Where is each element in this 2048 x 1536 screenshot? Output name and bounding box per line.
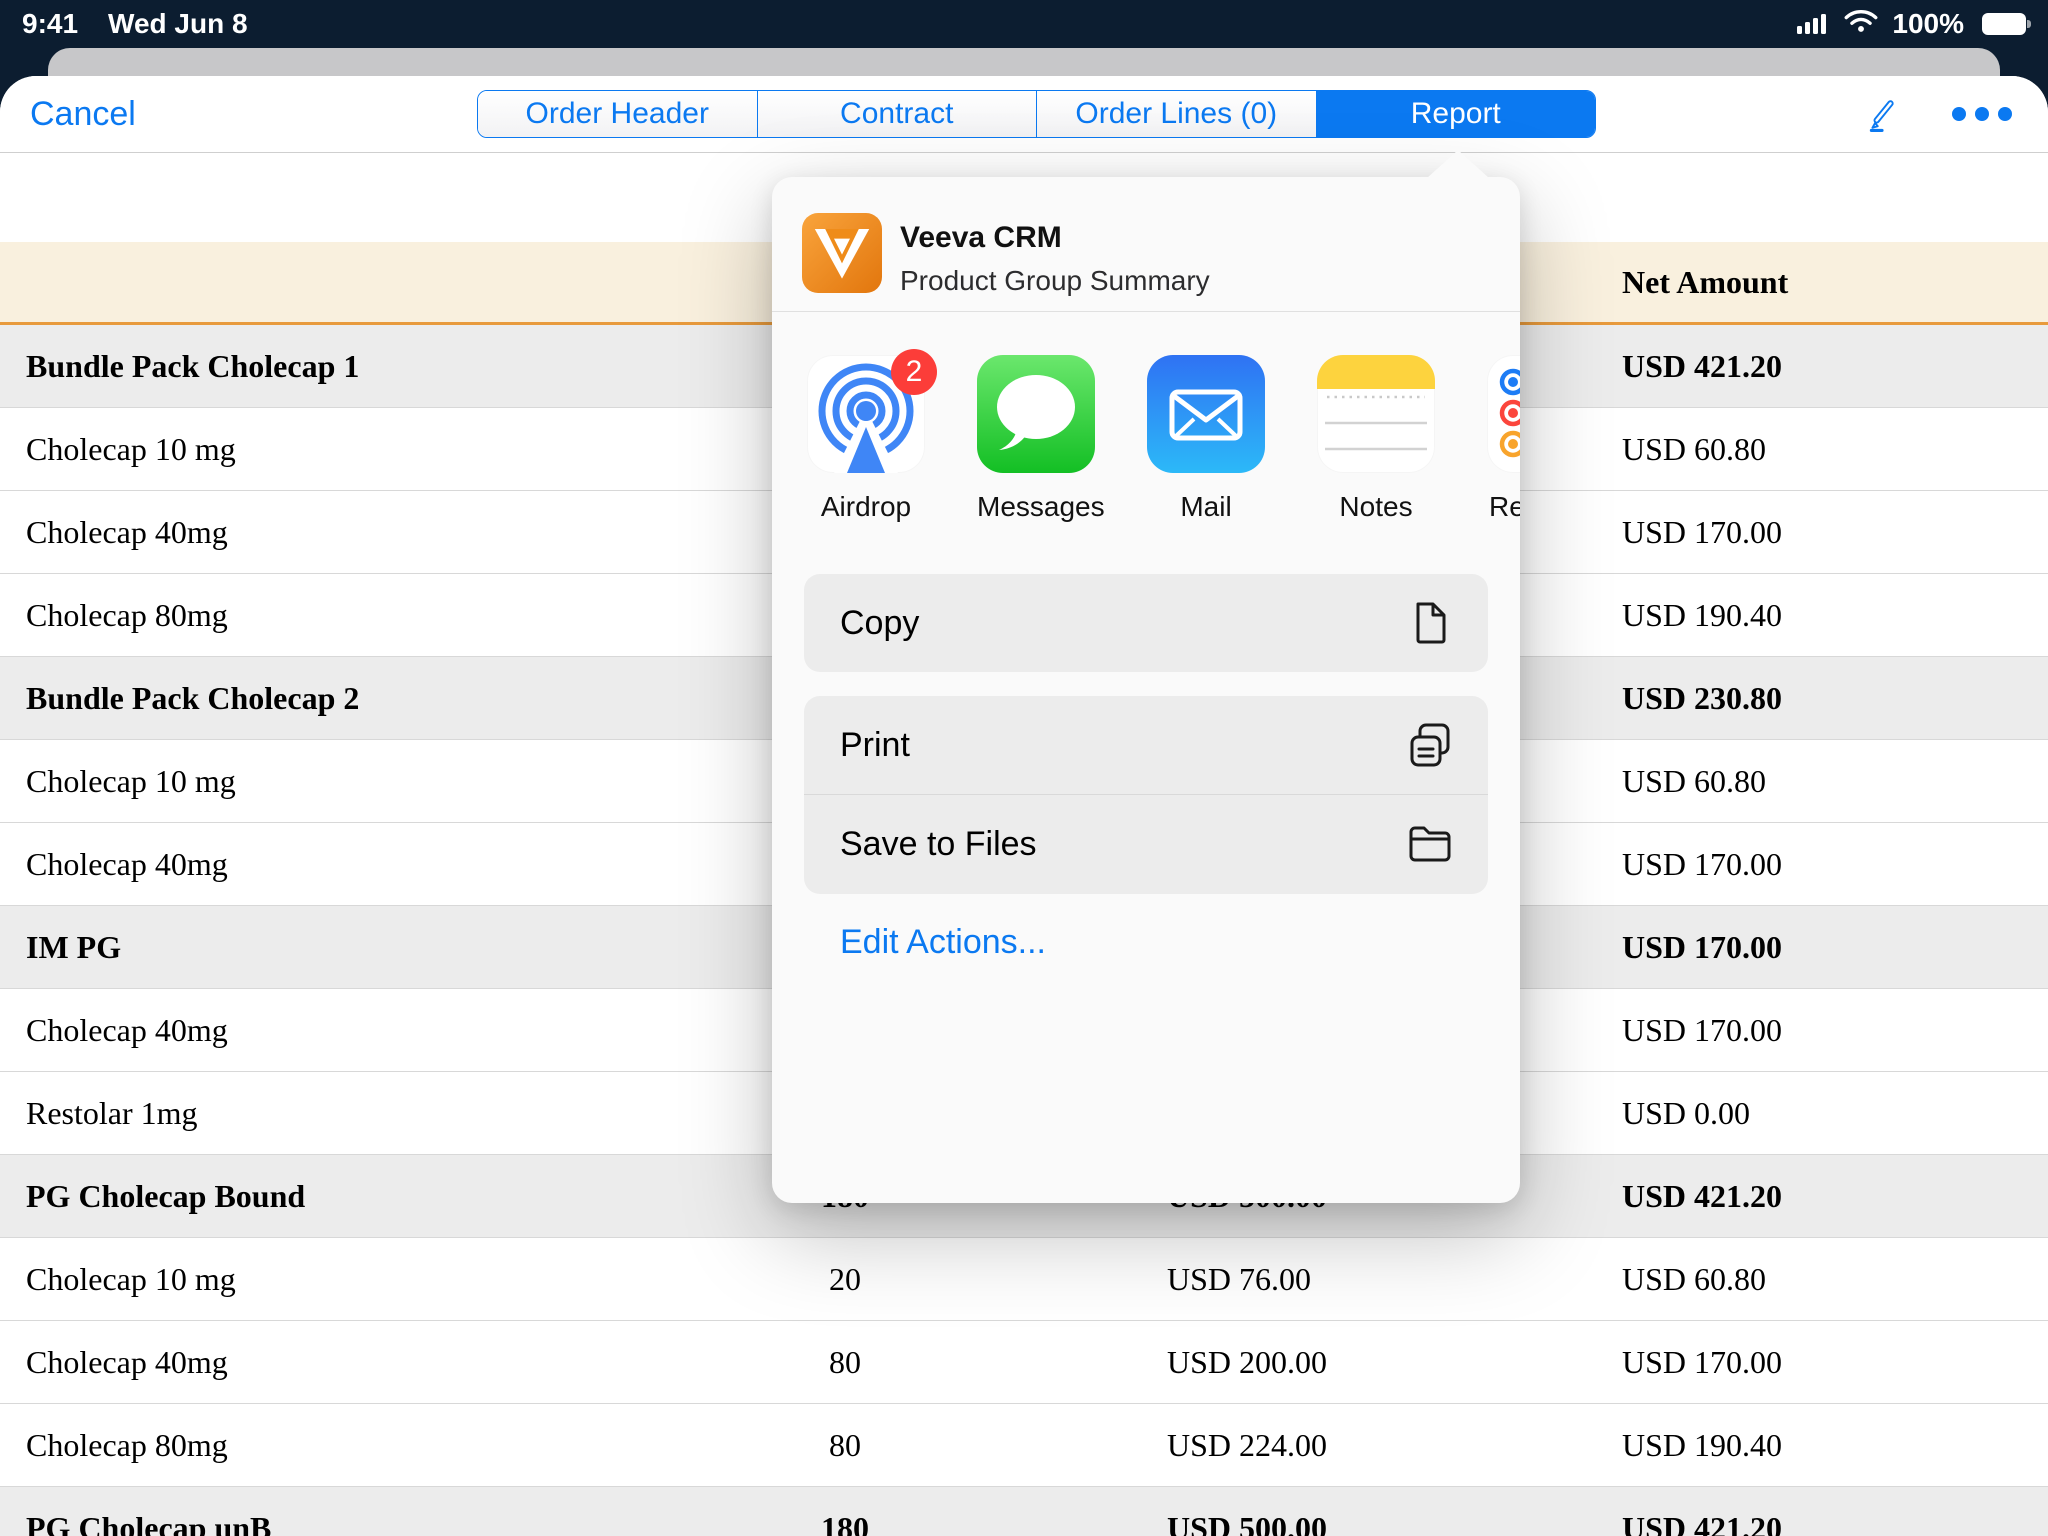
status-bar: 9:41 Wed Jun 8 100% [0, 0, 2048, 48]
airdrop-badge: 2 [891, 349, 937, 395]
net-amount-cell: USD 421.20 [1622, 1155, 1782, 1237]
share-target-mail[interactable]: Mail [1147, 355, 1265, 523]
share-target-label: Notes [1317, 491, 1435, 523]
share-sheet-popover: Veeva CRM Product Group Summary 2 Airdro… [772, 177, 1520, 1203]
net-amount-cell: USD 60.80 [1622, 1238, 1766, 1320]
battery-percent: 100% [1892, 8, 1964, 40]
edit-pencil-icon[interactable] [1864, 96, 1900, 132]
net-amount-cell: USD 60.80 [1622, 740, 1766, 822]
share-targets-row: 2 Airdrop [807, 355, 1520, 523]
quantity-cell: 20 [780, 1238, 910, 1320]
net-amount-cell: USD 0.00 [1622, 1072, 1750, 1154]
copy-action-group: Copy [804, 574, 1488, 672]
popover-arrow [1427, 150, 1489, 178]
tab-order-lines[interactable]: Order Lines (0) [1036, 91, 1316, 137]
share-target-label: Messages [977, 491, 1095, 523]
print-label: Print [840, 696, 910, 794]
product-name-cell: Bundle Pack Cholecap 2 [26, 657, 359, 739]
product-name-cell: Cholecap 40mg [26, 989, 228, 1071]
product-name-cell: IM PG [26, 906, 121, 988]
more-options-icon[interactable] [1952, 107, 2012, 121]
net-amount-cell: USD 170.00 [1622, 1321, 1782, 1403]
net-amount-cell: USD 190.40 [1622, 1404, 1782, 1486]
product-name-cell: Cholecap 40mg [26, 1321, 228, 1403]
net-amount-cell: USD 170.00 [1622, 823, 1782, 905]
quantity-cell: 80 [780, 1321, 910, 1403]
battery-icon [1982, 13, 2026, 35]
cellular-signal-icon [1797, 14, 1826, 34]
share-sheet-header: Veeva CRM Product Group Summary [772, 177, 1520, 311]
cancel-button[interactable]: Cancel [30, 76, 136, 152]
divider [772, 311, 1520, 312]
amount-cell: USD 200.00 [1167, 1321, 1327, 1403]
share-target-reminders[interactable]: Re [1487, 355, 1520, 523]
reminders-icon [1487, 355, 1520, 473]
status-time: 9:41 [22, 8, 78, 40]
tab-contract[interactable]: Contract [757, 91, 1037, 137]
edit-actions-link[interactable]: Edit Actions... [840, 923, 1046, 962]
share-app-name: Veeva CRM [900, 221, 1062, 255]
folder-icon [1406, 820, 1454, 868]
amount-cell: USD 500.00 [1167, 1487, 1327, 1536]
printer-icon [1406, 721, 1454, 769]
print-button[interactable]: Print [804, 696, 1488, 794]
tab-segmented-control: Order Header Contract Order Lines (0) Re… [477, 90, 1596, 138]
save-to-files-label: Save to Files [840, 795, 1037, 893]
share-target-label: Airdrop [807, 491, 925, 523]
product-name-cell: Cholecap 80mg [26, 574, 228, 656]
veeva-crm-app-icon [802, 213, 882, 293]
save-to-files-button[interactable]: Save to Files [804, 795, 1488, 893]
net-amount-cell: USD 170.00 [1622, 491, 1782, 573]
share-target-label: Re [1487, 491, 1520, 523]
net-amount-cell: USD 421.20 [1622, 325, 1782, 407]
product-name-cell: Cholecap 10 mg [26, 408, 236, 490]
net-amount-cell: USD 190.40 [1622, 574, 1782, 656]
net-amount-cell: USD 230.80 [1622, 657, 1782, 739]
table-row: PG Cholecap unB 180 USD 500.00 USD 421.20 [0, 1487, 2048, 1536]
product-name-cell: Bundle Pack Cholecap 1 [26, 325, 359, 407]
product-name-cell: Cholecap 10 mg [26, 1238, 236, 1320]
amount-cell: USD 224.00 [1167, 1404, 1327, 1486]
messages-icon [977, 355, 1095, 473]
product-name-cell: PG Cholecap unB [26, 1487, 271, 1536]
document-icon [1406, 599, 1454, 647]
tab-order-header[interactable]: Order Header [478, 91, 757, 137]
product-name-cell: Cholecap 80mg [26, 1404, 228, 1486]
table-row: Cholecap 40mg 80 USD 200.00 USD 170.00 [0, 1321, 2048, 1404]
share-document-title: Product Group Summary [900, 265, 1210, 297]
table-row: Cholecap 80mg 80 USD 224.00 USD 190.40 [0, 1404, 2048, 1487]
product-name-cell: Cholecap 40mg [26, 491, 228, 573]
net-amount-cell: USD 421.20 [1622, 1487, 1782, 1536]
share-target-label: Mail [1147, 491, 1265, 523]
nav-bar: Cancel Order Header Contract Order Lines… [0, 76, 2048, 153]
wifi-icon [1844, 8, 1878, 41]
product-name-cell: Cholecap 10 mg [26, 740, 236, 822]
mail-icon [1147, 355, 1265, 473]
copy-label: Copy [840, 574, 919, 672]
tab-report[interactable]: Report [1316, 91, 1596, 137]
status-date: Wed Jun 8 [108, 8, 248, 40]
net-amount-cell: USD 60.80 [1622, 408, 1766, 490]
net-amount-cell: USD 170.00 [1622, 906, 1782, 988]
share-target-airdrop[interactable]: 2 Airdrop [807, 355, 925, 523]
net-amount-cell: USD 170.00 [1622, 989, 1782, 1071]
print-save-action-group: Print Save to Files [804, 696, 1488, 894]
quantity-cell: 180 [780, 1487, 910, 1536]
notes-icon [1317, 355, 1435, 473]
product-name-cell: Restolar 1mg [26, 1072, 198, 1154]
quantity-cell: 80 [780, 1404, 910, 1486]
net-amount-column-header: Net Amount [1622, 242, 1788, 322]
product-name-cell: PG Cholecap Bound [26, 1155, 305, 1237]
amount-cell: USD 76.00 [1167, 1238, 1311, 1320]
product-name-cell: Cholecap 40mg [26, 823, 228, 905]
share-target-messages[interactable]: Messages [977, 355, 1095, 523]
copy-button[interactable]: Copy [804, 574, 1488, 672]
share-target-notes[interactable]: Notes [1317, 355, 1435, 523]
table-row: Cholecap 10 mg 20 USD 76.00 USD 60.80 [0, 1238, 2048, 1321]
